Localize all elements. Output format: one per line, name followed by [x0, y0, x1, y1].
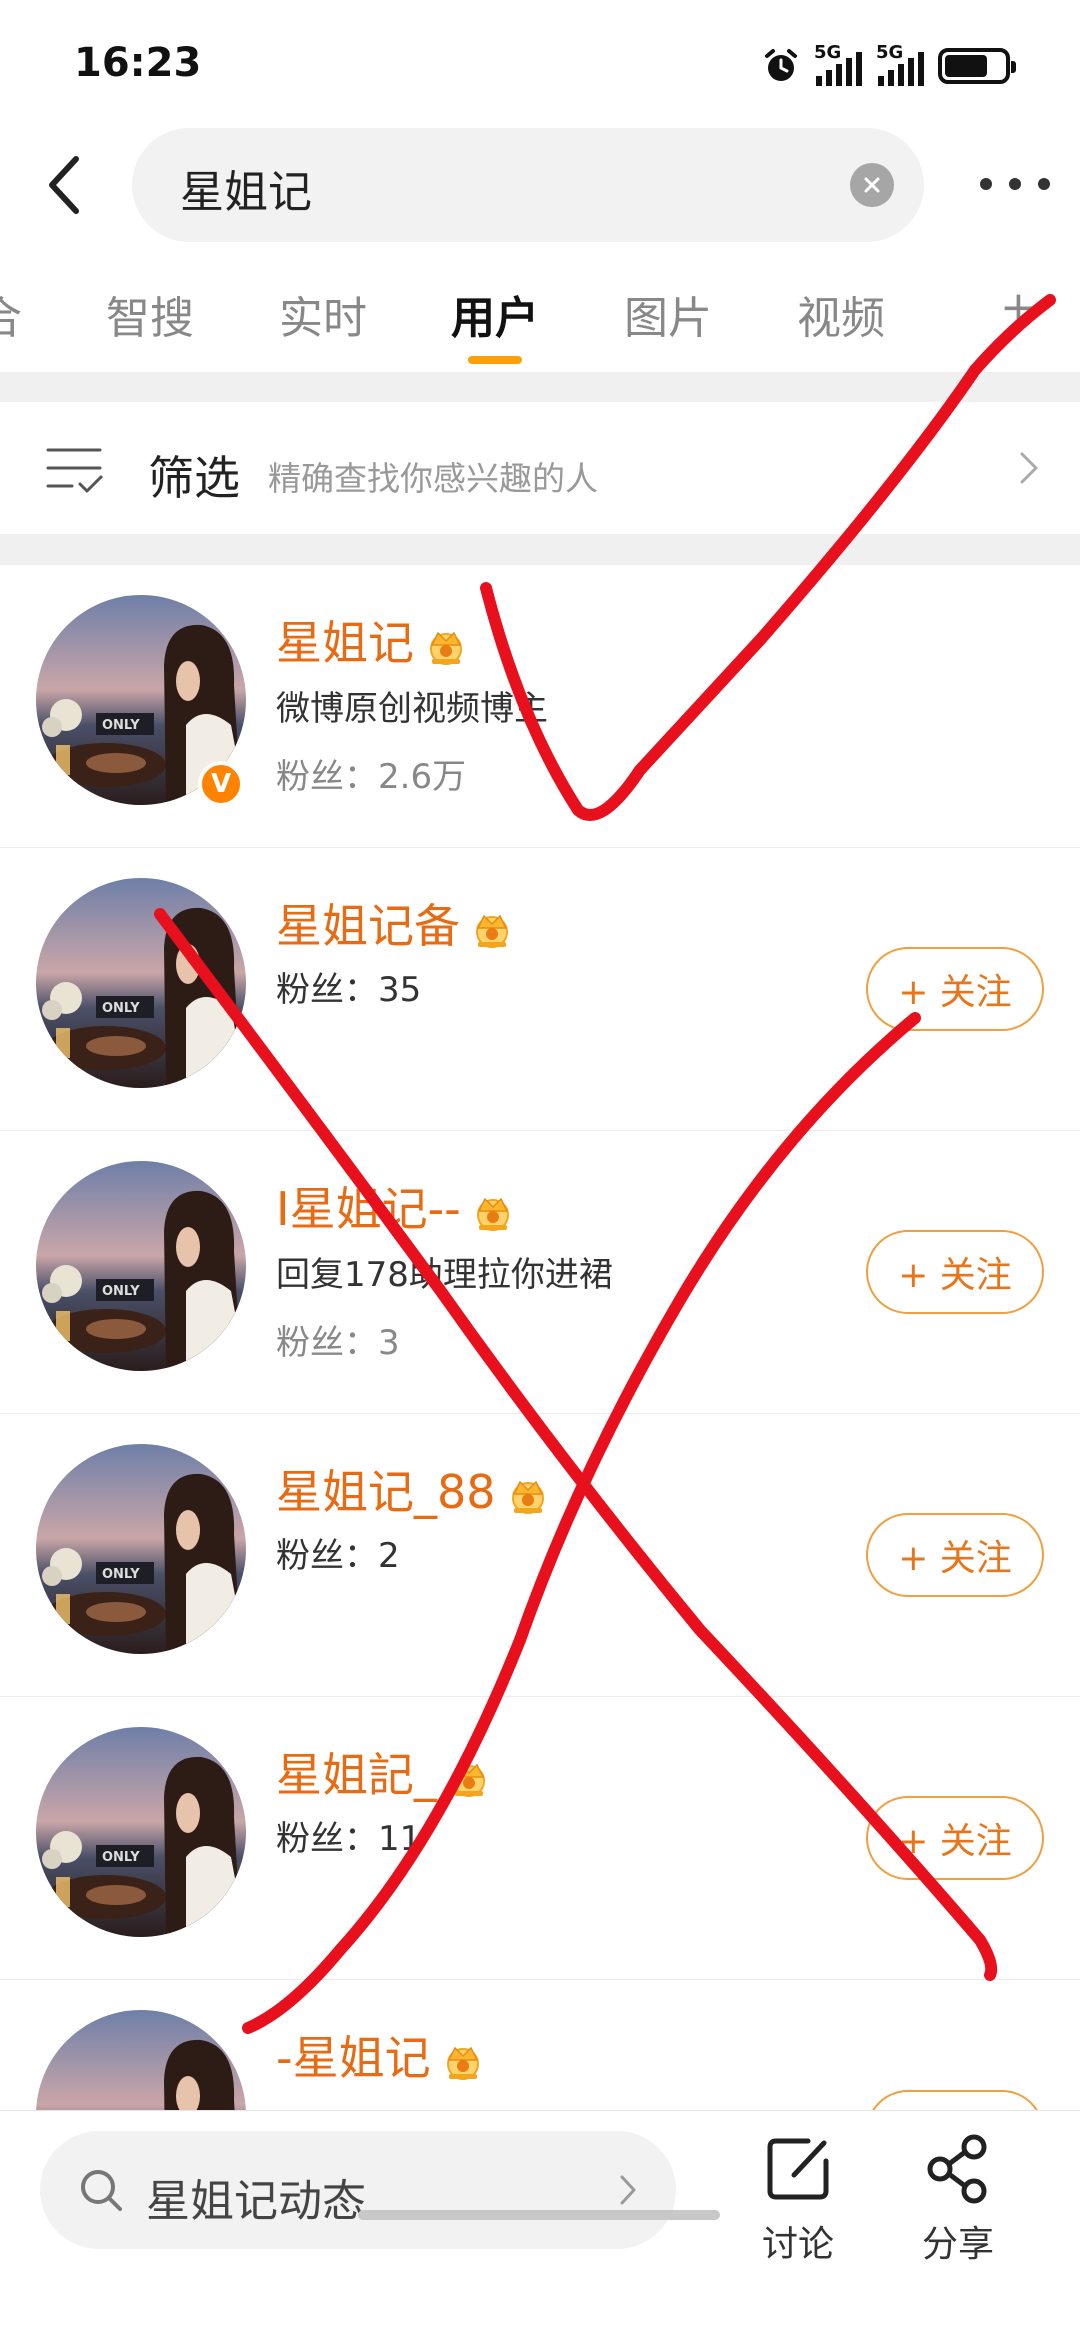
user-row[interactable]: 星姐記_ 粉丝：11 + 关注 — [0, 1697, 1080, 1980]
user-name[interactable]: 星姐记备 — [276, 890, 514, 956]
follow-button[interactable]: + 关注 — [866, 1513, 1044, 1597]
share-icon — [927, 2134, 987, 2204]
follow-button[interactable]: + 关注 — [866, 1230, 1044, 1314]
tab-realtime[interactable]: 实时 — [279, 282, 367, 346]
crown-icon — [471, 1193, 515, 1233]
edit-icon — [767, 2138, 829, 2200]
battery-icon — [938, 48, 1016, 84]
divider-band — [0, 534, 1080, 565]
clear-icon — [864, 177, 880, 193]
user-name[interactable]: I星姐记-- — [276, 1173, 515, 1239]
status-icons: 5G 5G — [762, 42, 1016, 88]
back-button[interactable] — [34, 150, 94, 220]
user-description: 回复178助理拉你进裙 — [276, 1255, 613, 1295]
signal-2-icon: 5G — [876, 42, 924, 86]
search-input[interactable]: 星姐记 — [132, 128, 924, 242]
crown-icon — [470, 910, 514, 950]
avatar[interactable] — [36, 1161, 246, 1371]
filter-icon — [46, 448, 103, 493]
avatar[interactable] — [36, 1444, 246, 1654]
user-results-list: V 星姐记 微博原创视频博主 粉丝：2.6万 星姐记备 粉丝：35 + 关注 I… — [0, 565, 1080, 2180]
crown-icon — [424, 627, 468, 667]
user-fans: 粉丝：2 — [276, 1536, 400, 1576]
user-fans: 粉丝：11 — [276, 1819, 422, 1859]
status-bar: 16:23 5G 5G — [0, 0, 1080, 120]
alarm-icon — [765, 49, 797, 81]
user-row[interactable]: V 星姐记 微博原创视频博主 粉丝：2.6万 — [0, 565, 1080, 848]
back-arrow-icon — [49, 156, 79, 214]
user-name[interactable]: -星姐记 — [276, 2022, 485, 2088]
verified-v-icon: V — [198, 761, 244, 807]
share-label: 分享 — [921, 2224, 994, 2265]
user-name[interactable]: 星姐記_ — [276, 1739, 491, 1805]
tab-add[interactable]: + — [1000, 282, 1037, 333]
follow-button[interactable]: + 关注 — [866, 947, 1044, 1031]
more-dots-icon[interactable] — [980, 164, 1050, 204]
divider-band — [0, 372, 1080, 402]
tab-videos[interactable]: 视频 — [797, 282, 885, 346]
search-icon — [81, 2170, 122, 2211]
discuss-button[interactable]: 讨论 — [738, 2121, 858, 2271]
user-name[interactable]: 星姐记 — [276, 607, 468, 673]
bottom-bar: 星姐记动态 讨论 分享 — [0, 2110, 1080, 2337]
clear-button[interactable] — [850, 163, 894, 207]
signal-1-icon: 5G — [814, 42, 862, 86]
follow-button[interactable]: + 关注 — [866, 1796, 1044, 1880]
user-row[interactable]: 星姐记_88 粉丝：2 + 关注 — [0, 1414, 1080, 1697]
search-query-text: 星姐记 — [180, 167, 312, 218]
home-indicator — [358, 2210, 720, 2220]
avatar[interactable] — [36, 1727, 246, 1937]
tab-indicator — [468, 356, 522, 364]
tab-images[interactable]: 图片 — [624, 282, 712, 346]
search-tabs: 合 智搜 实时 用户 图片 视频 + — [0, 270, 1080, 370]
chevron-right-icon — [620, 2175, 636, 2205]
user-fans: 粉丝：35 — [276, 970, 422, 1010]
tab-smart-search[interactable]: 智搜 — [106, 282, 194, 346]
user-description: 微博原创视频博主 — [276, 689, 548, 729]
filter-title: 筛选 — [148, 451, 240, 505]
topic-search-bar[interactable]: 星姐记动态 — [40, 2131, 676, 2249]
user-row[interactable]: I星姐记-- 回复178助理拉你进裙 粉丝：3 + 关注 — [0, 1131, 1080, 1414]
filter-row[interactable]: 筛选 精确查找你感兴趣的人 — [0, 402, 1080, 534]
tab-users[interactable]: 用户 — [451, 282, 539, 346]
crown-icon — [447, 1759, 491, 1799]
user-fans: 粉丝：2.6万 — [276, 757, 467, 797]
crown-icon — [441, 2042, 485, 2082]
user-fans: 粉丝：3 — [276, 1323, 400, 1363]
discuss-label: 讨论 — [761, 2224, 834, 2265]
user-name[interactable]: 星姐记_88 — [276, 1456, 550, 1522]
chevron-right-icon — [1020, 452, 1038, 484]
status-time: 16:23 — [74, 40, 202, 86]
avatar[interactable] — [36, 878, 246, 1088]
tab-comprehensive[interactable]: 合 — [0, 282, 22, 346]
filter-subtitle: 精确查找你感兴趣的人 — [268, 459, 598, 498]
share-button[interactable]: 分享 — [898, 2121, 1018, 2271]
crown-icon — [506, 1476, 550, 1516]
topic-search-text: 星姐记动态 — [146, 2176, 366, 2227]
user-row[interactable]: 星姐记备 粉丝：35 + 关注 — [0, 848, 1080, 1131]
search-header: 星姐记 — [0, 120, 1080, 250]
